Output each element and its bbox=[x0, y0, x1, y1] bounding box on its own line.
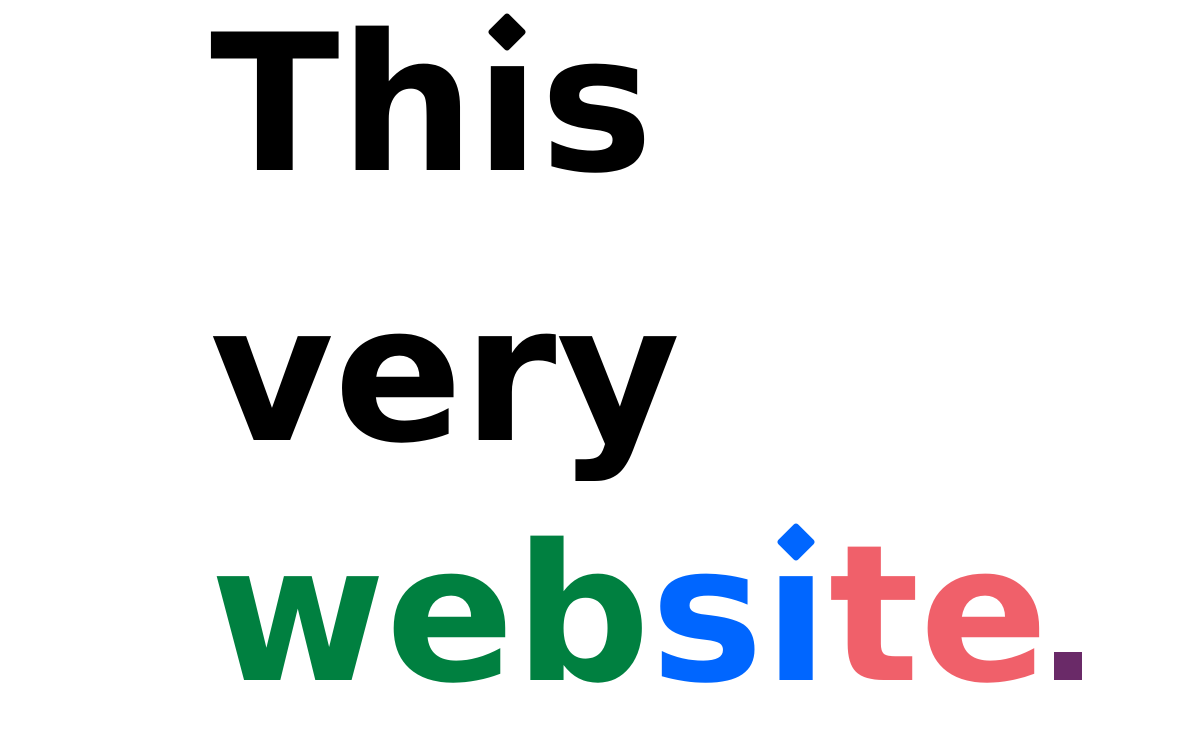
headline-this-prefix: Th bbox=[210, 0, 475, 215]
headline-line-this: Thı s bbox=[210, 10, 653, 200]
headline-this-suffix: s bbox=[540, 0, 654, 215]
headline-website-web: web bbox=[210, 504, 651, 725]
headline-line-website: websı te bbox=[210, 504, 1083, 725]
headline-this-i: ı bbox=[475, 10, 540, 200]
headline-very: very bbox=[210, 264, 681, 485]
headline-website-te: te bbox=[828, 504, 1049, 725]
headline-website-i: ı bbox=[764, 520, 829, 710]
headline-canvas: Thı s very websı te bbox=[0, 0, 1200, 750]
period-square bbox=[1054, 652, 1083, 680]
headline-website-s: s bbox=[650, 504, 764, 725]
headline-line-very: very bbox=[210, 280, 680, 470]
